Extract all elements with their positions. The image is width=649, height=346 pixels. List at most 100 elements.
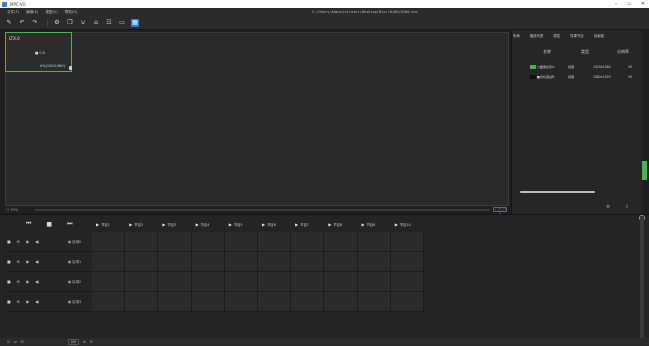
timeline-cell[interactable]: [291, 252, 325, 272]
grid-icon[interactable]: ☷: [105, 19, 113, 27]
timeline-cell[interactable]: [390, 252, 424, 272]
skip-forward-button[interactable]: ⏭: [67, 220, 72, 228]
tab-effects[interactable]: 效果节目: [570, 33, 584, 38]
timeline-cell[interactable]: [92, 232, 126, 252]
copy-icon[interactable]: ❐: [66, 19, 74, 27]
magnet-icon[interactable]: ∪: [79, 19, 87, 27]
play-icon[interactable]: ▶: [129, 222, 132, 227]
audio-icon[interactable]: ◀): [35, 259, 39, 264]
lock-icon[interactable]: ⊖: [17, 259, 20, 264]
program-7[interactable]: ▶ 节目7: [291, 217, 324, 231]
timeline-cell[interactable]: [158, 252, 192, 272]
timeline-grid[interactable]: [92, 232, 424, 312]
canvas-area[interactable]: [5, 32, 509, 206]
track-row[interactable]: ■ ⊖ ◉ ◀) ▦ 区域3: [5, 292, 90, 312]
swap-icon[interactable]: ⇄: [14, 340, 17, 344]
timeline-cell[interactable]: [357, 292, 391, 312]
track-color-icon[interactable]: ■: [7, 239, 11, 244]
stop-button[interactable]: ■: [46, 221, 52, 228]
side-toggle-handle[interactable]: [642, 161, 647, 180]
collapse-icon[interactable]: ⊟: [21, 340, 24, 344]
program-8[interactable]: ▶ 节目8: [324, 217, 357, 231]
canvas-layer[interactable]: LTX.0 ■ 0.0 0%(1000,960): [5, 32, 72, 72]
timeline-cell[interactable]: [291, 232, 325, 252]
zoom-control[interactable]: − □ ▢ +: [493, 207, 507, 216]
audio-icon[interactable]: ◀): [35, 299, 39, 304]
timeline-cell[interactable]: [191, 232, 225, 252]
program-4[interactable]: ▶ 节目4: [192, 217, 225, 231]
timeline-cell[interactable]: [357, 232, 391, 252]
timeline-cell[interactable]: [324, 272, 358, 292]
timeline-cell[interactable]: [158, 292, 192, 312]
skip-back-button[interactable]: ⏮: [26, 220, 31, 228]
zoom-out-icon[interactable]: ⊟: [90, 340, 93, 344]
timeline-vscroll[interactable]: [640, 216, 644, 340]
visibility-icon[interactable]: ◉: [26, 259, 29, 264]
play-icon[interactable]: ▶: [328, 222, 331, 227]
timeline-cell[interactable]: [224, 272, 258, 292]
timeline-cell[interactable]: [258, 252, 292, 272]
track-row[interactable]: ■ ⊖ ◉ ◀) ▦ 区域2: [5, 272, 90, 292]
play-icon[interactable]: ▶: [229, 222, 232, 227]
timeline-cell[interactable]: [224, 252, 258, 272]
timeline-cell[interactable]: [224, 292, 258, 312]
timeline-cell[interactable]: [191, 292, 225, 312]
timeline-cell[interactable]: [258, 232, 292, 252]
timeline-cell[interactable]: [324, 252, 358, 272]
tab-layout[interactable]: 布局: [513, 33, 520, 38]
timeline-cell[interactable]: [390, 272, 424, 292]
track-row[interactable]: ■ ⊖ ◉ ◀) ▦ 区域1: [5, 252, 90, 272]
timeline-cell[interactable]: [324, 292, 358, 312]
program-1[interactable]: ▶ 节目1: [92, 217, 125, 231]
redo-icon[interactable]: ↷: [31, 19, 39, 27]
timeline-cell[interactable]: [291, 292, 325, 312]
timeline-cell[interactable]: [92, 272, 126, 292]
list-item[interactable]: ■光标弧边B 视频 1080x1920 30: [530, 73, 643, 80]
timeline-cell[interactable]: [191, 252, 225, 272]
layer-lock-icon[interactable]: [69, 66, 72, 70]
visibility-icon[interactable]: ◉: [26, 239, 29, 244]
track-color-icon[interactable]: ■: [7, 299, 11, 304]
timeline-cell[interactable]: [390, 232, 424, 252]
play-icon[interactable]: ▶: [162, 222, 165, 227]
play-icon[interactable]: ▶: [295, 222, 298, 227]
timeline-cell[interactable]: [357, 252, 391, 272]
lock-icon[interactable]: ⊖: [17, 279, 20, 284]
timeline-cell[interactable]: [125, 232, 159, 252]
program-2[interactable]: ▶ 节目2: [125, 217, 158, 231]
visibility-icon[interactable]: ◉: [26, 279, 29, 284]
program-6[interactable]: ▶ 节目6: [258, 217, 291, 231]
timeline-cell[interactable]: [258, 292, 292, 312]
program-9[interactable]: ▶ 节目9: [358, 217, 391, 231]
tab-playlist[interactable]: 播放列表: [530, 33, 544, 38]
close-button[interactable]: ✕: [641, 1, 645, 7]
track-color-icon[interactable]: ■: [7, 259, 11, 264]
media-list-hscroll[interactable]: [520, 191, 595, 193]
track-color-icon[interactable]: ■: [7, 279, 11, 284]
list-item[interactable]: □图像投影A 视频 1920x1080 30: [530, 63, 643, 70]
audio-icon[interactable]: ◀): [35, 239, 39, 244]
play-icon[interactable]: ▶: [262, 222, 265, 227]
timeline-cell[interactable]: [125, 252, 159, 272]
timeline-cell[interactable]: [390, 292, 424, 312]
visibility-icon[interactable]: ◉: [26, 299, 29, 304]
undo-icon[interactable]: ↶: [18, 19, 26, 27]
timeline-zoom[interactable]: 0/0: [67, 339, 79, 345]
layout-icon[interactable]: ▦: [131, 19, 139, 27]
canvas-hscroll[interactable]: [35, 209, 490, 211]
play-icon[interactable]: ▶: [395, 222, 398, 227]
monitor-icon[interactable]: ▭: [118, 19, 126, 27]
timeline-cell[interactable]: [258, 272, 292, 292]
tab-properties[interactable]: 属性: [553, 33, 560, 38]
menu-file[interactable]: 文件(F): [7, 10, 19, 15]
timeline-cell[interactable]: [92, 252, 126, 272]
timeline-cell[interactable]: [291, 272, 325, 292]
timeline-cell[interactable]: [92, 292, 126, 312]
menu-view[interactable]: 视图(V): [45, 10, 57, 15]
track-row[interactable]: ■ ⊖ ◉ ◀) ▦ 区域0: [5, 232, 90, 252]
timeline-cell[interactable]: [158, 272, 192, 292]
program-10[interactable]: ▶ 节目10: [391, 217, 424, 231]
timeline-cell[interactable]: [357, 272, 391, 292]
play-icon[interactable]: ▶: [362, 222, 365, 227]
maximize-button[interactable]: ▫: [627, 1, 630, 7]
